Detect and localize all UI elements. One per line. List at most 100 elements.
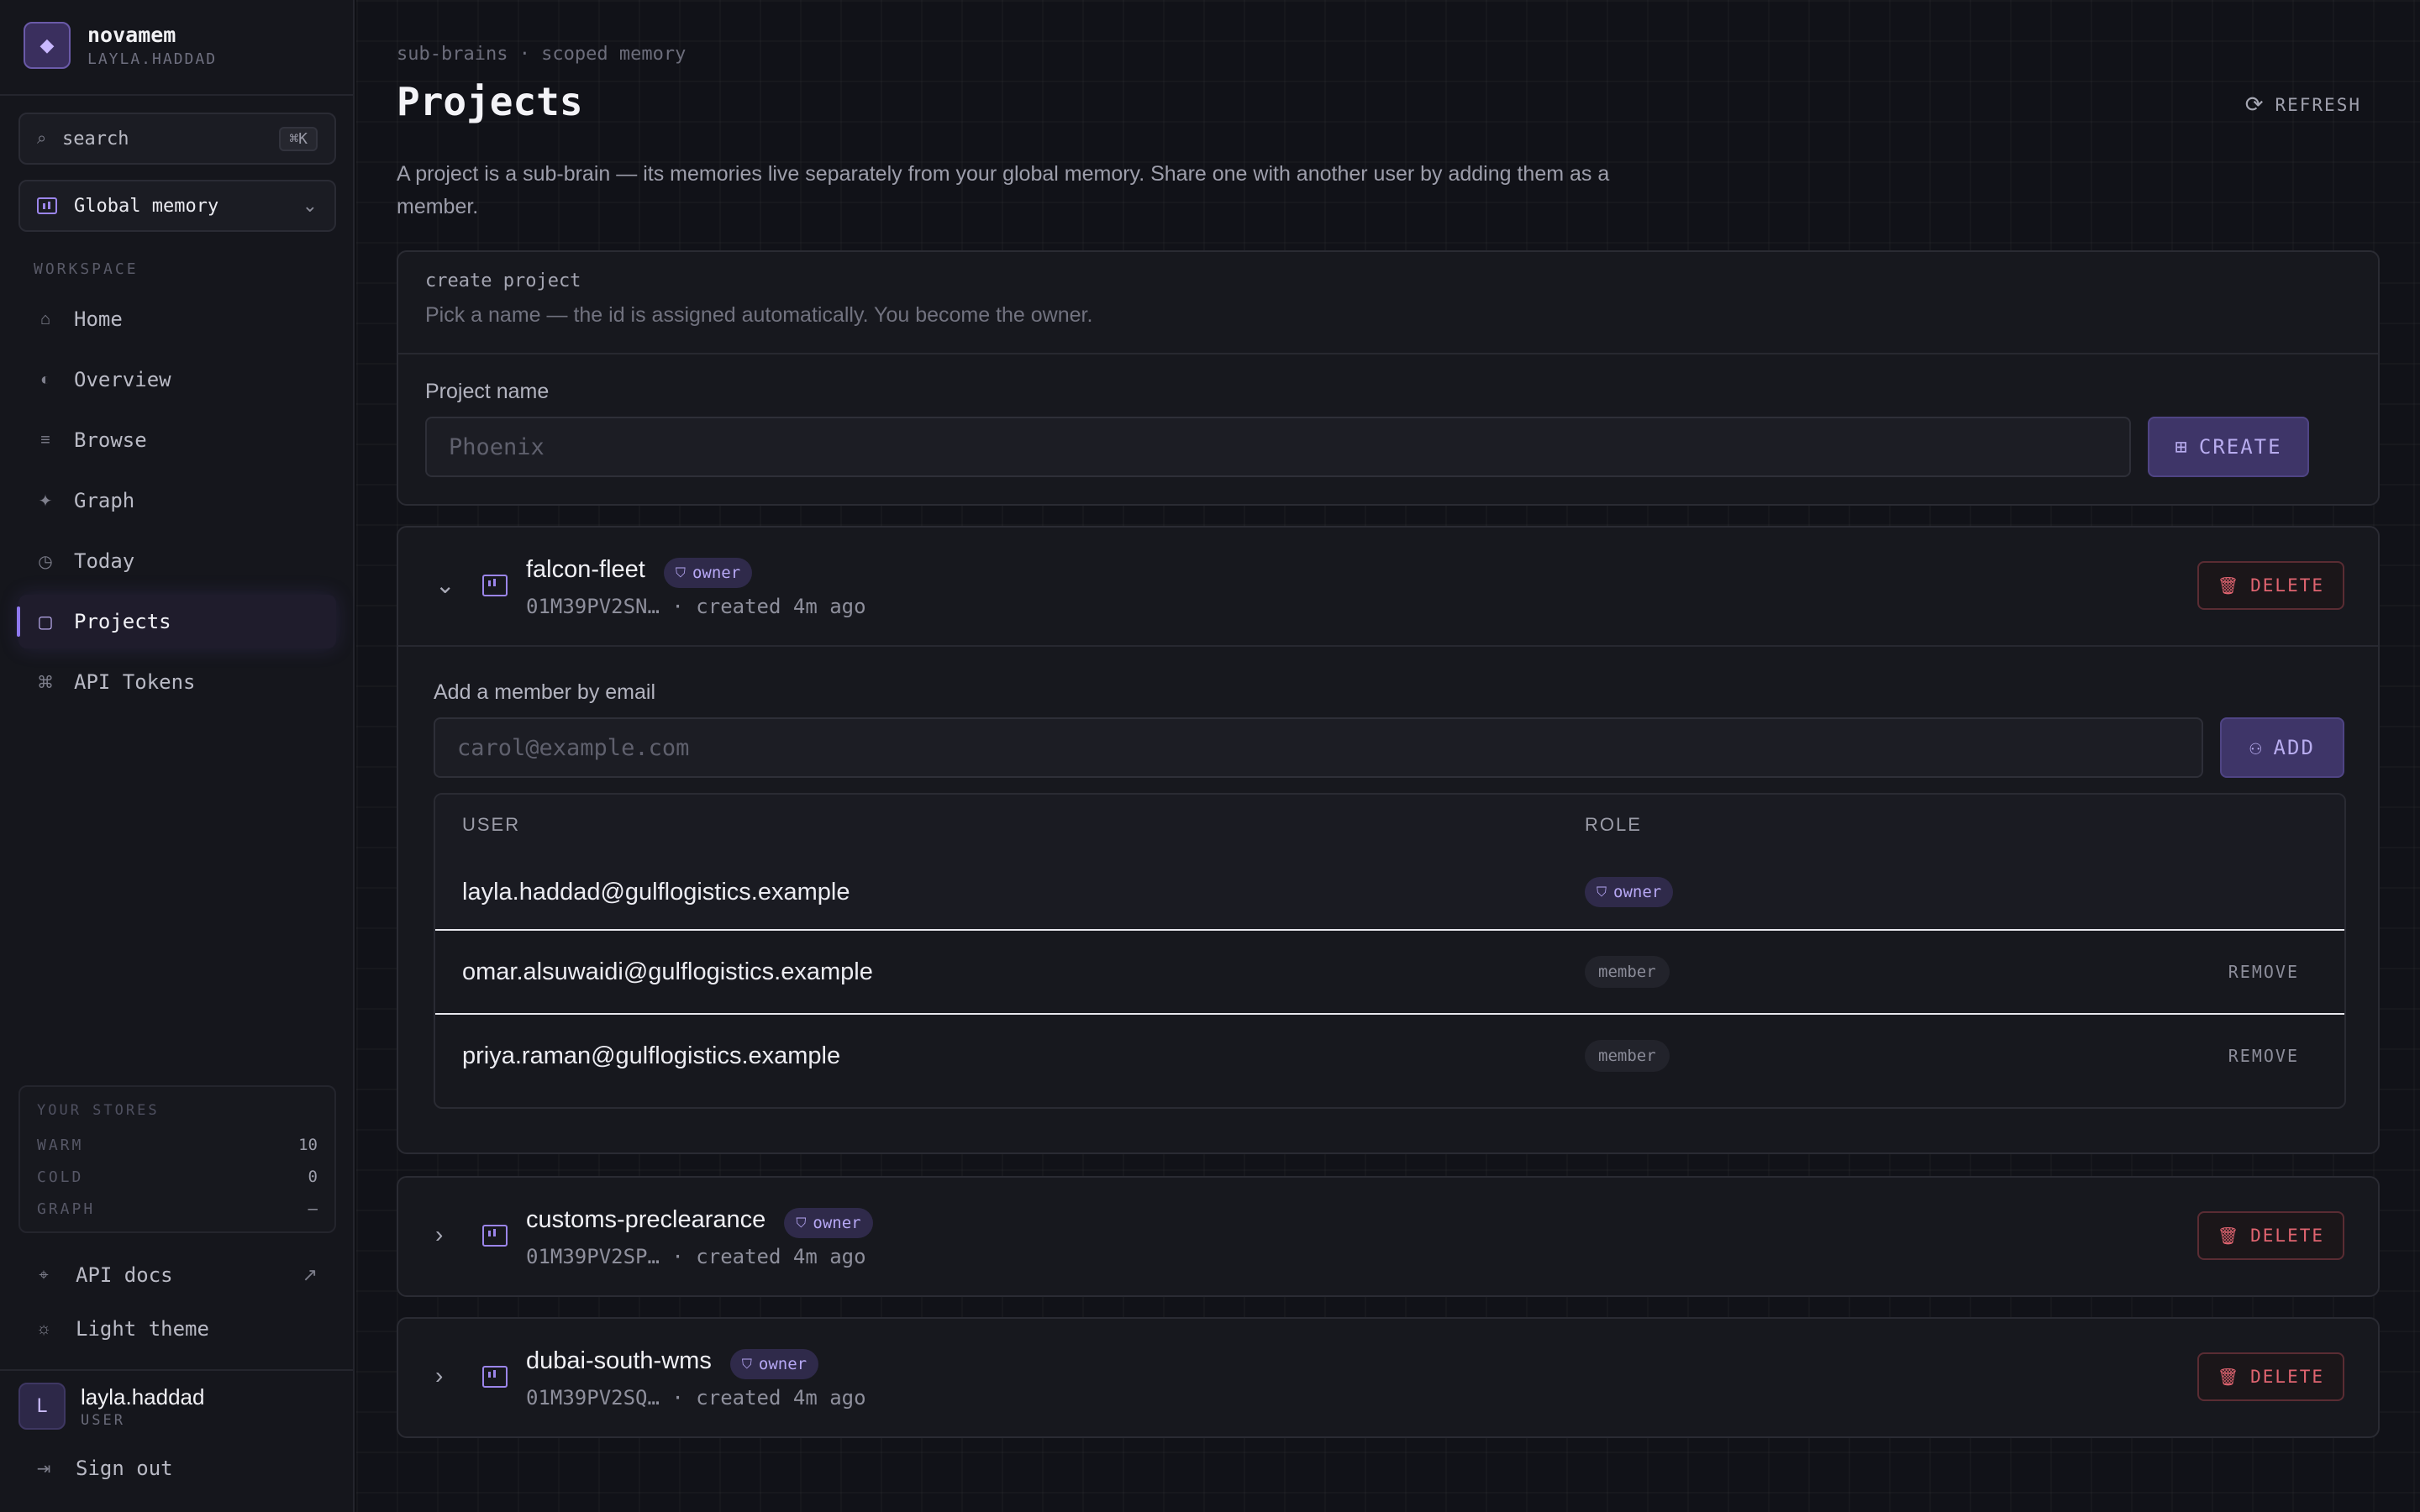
sidebar-item-graph[interactable]: ✦ Graph bbox=[18, 474, 336, 528]
store-value: 0 bbox=[308, 1168, 318, 1186]
add-member-button[interactable]: ⚇ ADD bbox=[2220, 717, 2344, 778]
user-role: USER bbox=[81, 1411, 125, 1429]
members-table: USER ROLE layla.haddad@gulflogistics.exa… bbox=[434, 793, 2346, 1109]
remove-member-button[interactable]: REMOVE bbox=[2228, 1046, 2299, 1066]
table-row: priya.raman@gulflogistics.example member… bbox=[435, 1013, 2344, 1097]
page-intro: A project is a sub-brain — its memories … bbox=[397, 162, 1610, 218]
shield-icon: ⛉ bbox=[741, 1356, 752, 1372]
folder-chart-icon bbox=[482, 1225, 508, 1247]
divider bbox=[0, 1369, 355, 1371]
sidebar-item-label: Today bbox=[74, 549, 135, 573]
avatar: L bbox=[18, 1383, 66, 1430]
sidebar-item-label: Browse bbox=[74, 428, 147, 452]
delete-button-label: DELETE bbox=[2250, 575, 2324, 596]
table-header: USER ROLE bbox=[435, 795, 2344, 855]
folder-plus-icon: ⊞ bbox=[2175, 435, 2189, 459]
role-label: owner bbox=[1613, 883, 1662, 901]
shield-icon: ⛉ bbox=[1597, 884, 1607, 900]
remove-member-button[interactable]: REMOVE bbox=[2228, 962, 2299, 982]
delete-button[interactable]: 🗑 DELETE bbox=[2196, 1211, 2344, 1260]
role-label: member bbox=[1585, 1040, 1670, 1072]
sidebar-item-browse[interactable]: ≡ Browse bbox=[18, 413, 336, 467]
crosshair-icon: ⌖ bbox=[39, 1265, 49, 1284]
sidebar-item-label: Overview bbox=[74, 368, 171, 391]
member-email-input[interactable] bbox=[434, 717, 2203, 778]
chevron-down-icon[interactable]: ⌄ bbox=[435, 571, 455, 599]
project-name-input[interactable] bbox=[425, 417, 2131, 477]
project-header[interactable]: › customs-preclearance ⛉ owner 01M39PV2S… bbox=[398, 1178, 2378, 1295]
section-label: WORKSPACE bbox=[34, 260, 139, 278]
api-docs-label: API docs bbox=[76, 1263, 173, 1287]
shortcut-hint: ⌘K bbox=[279, 126, 318, 151]
project-header[interactable]: ⌄ falcon-fleet ⛉ owner 01M39PV2SN… · cre… bbox=[398, 528, 2378, 645]
brand-user: LAYLA.HADDAD bbox=[87, 50, 218, 68]
sidebar-item-label: Graph bbox=[74, 489, 135, 512]
search-box[interactable]: ⌕ search ⌘K bbox=[18, 113, 336, 165]
project-header[interactable]: › dubai-south-wms ⛉ owner 01M39PV2SQ… · … bbox=[398, 1319, 2378, 1436]
table-row: omar.alsuwaidi@gulflogistics.example mem… bbox=[435, 929, 2344, 1013]
member-email: omar.alsuwaidi@gulflogistics.example bbox=[462, 958, 873, 985]
home-icon: ⌂ bbox=[39, 309, 51, 328]
delete-button-label: DELETE bbox=[2250, 1367, 2324, 1387]
refresh-button[interactable]: ⟳ REFRESH bbox=[2245, 92, 2361, 118]
sidebar-item-projects[interactable]: ▢ Projects bbox=[17, 595, 336, 648]
table-row: layla.haddad@gulflogistics.example ⛉ own… bbox=[435, 855, 2344, 929]
sign-out-icon: ⇥ bbox=[36, 1459, 51, 1478]
theme-toggle[interactable]: ☼ Light theme bbox=[18, 1305, 336, 1352]
sidebar-item-api-tokens[interactable]: ⌘ API Tokens bbox=[18, 655, 336, 709]
store-name: WARM bbox=[37, 1136, 84, 1154]
sidebar-item-overview[interactable]: ◐ Overview bbox=[18, 353, 336, 407]
brand-name: novamem bbox=[87, 23, 176, 47]
folder-chart-icon bbox=[482, 1366, 508, 1388]
search-input[interactable]: search bbox=[62, 129, 279, 150]
chevron-right-icon[interactable]: › bbox=[435, 1221, 443, 1248]
owner-badge: ⛉ owner bbox=[729, 1349, 819, 1379]
api-docs-link[interactable]: ⌖ API docs ↗ bbox=[18, 1252, 336, 1299]
clock-icon: ◷ bbox=[38, 552, 53, 571]
scope-label: Global memory bbox=[74, 195, 219, 217]
create-project-card: create project Pick a name — the id is a… bbox=[397, 250, 2380, 506]
brand[interactable]: ◆ novamem LAYLA.HADDAD bbox=[24, 22, 217, 69]
member-email: layla.haddad@gulflogistics.example bbox=[462, 878, 850, 906]
store-name: GRAPH bbox=[37, 1200, 96, 1218]
user-profile[interactable]: L layla.haddad USER bbox=[18, 1383, 204, 1430]
square-icon: ▢ bbox=[37, 612, 54, 632]
chevron-right-icon[interactable]: › bbox=[435, 1362, 443, 1389]
shield-icon: ⛉ bbox=[796, 1215, 807, 1231]
trash-icon: 🗑 bbox=[2217, 1226, 2241, 1246]
project-name-row: dubai-south-wms ⛉ owner bbox=[526, 1347, 819, 1379]
delete-button[interactable]: 🗑 DELETE bbox=[2196, 1352, 2344, 1401]
command-icon: ⌘ bbox=[37, 673, 54, 692]
project-meta: 01M39PV2SN… · created 4m ago bbox=[526, 595, 866, 618]
owner-badge: ⛉ owner bbox=[784, 1208, 873, 1238]
breadcrumb: sub-brains · scoped memory bbox=[397, 44, 687, 65]
folder-chart-icon bbox=[37, 197, 57, 214]
add-member-button-label: ADD bbox=[2273, 736, 2315, 759]
theme-toggle-label: Light theme bbox=[76, 1317, 209, 1341]
project-meta: 01M39PV2SP… · created 4m ago bbox=[526, 1245, 866, 1268]
create-button-label: CREATE bbox=[2198, 435, 2282, 459]
sidebar-item-home[interactable]: ⌂ Home bbox=[18, 292, 336, 346]
project-name-row: falcon-fleet ⛉ owner bbox=[526, 556, 753, 588]
store-name: COLD bbox=[37, 1168, 84, 1186]
create-project-subtitle: Pick a name — the id is assigned automat… bbox=[425, 303, 1093, 327]
sparkle-icon: ✦ bbox=[38, 491, 53, 511]
stores-panel: YOUR STORES WARM 10 COLD 0 GRAPH — bbox=[18, 1085, 336, 1233]
external-link-icon: ↗ bbox=[302, 1264, 318, 1285]
store-row-graph: GRAPH — bbox=[37, 1193, 318, 1225]
create-button[interactable]: ⊞ CREATE bbox=[2148, 417, 2309, 477]
add-member-label: Add a member by email bbox=[434, 680, 656, 704]
project-name: falcon-fleet bbox=[526, 556, 645, 583]
sidebar-nav: ⌂ Home ◐ Overview ≡ Browse ✦ Graph ◷ Tod… bbox=[17, 292, 336, 716]
list-icon: ≡ bbox=[40, 430, 50, 449]
half-circle-icon: ◐ bbox=[39, 370, 51, 389]
project-name: dubai-south-wms bbox=[526, 1347, 712, 1374]
sidebar: ◆ novamem LAYLA.HADDAD ⌕ search ⌘K Globa… bbox=[0, 0, 355, 1512]
refresh-label: REFRESH bbox=[2275, 95, 2361, 115]
member-email: priya.raman@gulflogistics.example bbox=[462, 1042, 841, 1069]
delete-button[interactable]: 🗑 DELETE bbox=[2196, 561, 2344, 610]
sidebar-item-today[interactable]: ◷ Today bbox=[18, 534, 336, 588]
sign-out-button[interactable]: ⇥ Sign out bbox=[18, 1445, 336, 1492]
sidebar-item-label: Projects bbox=[74, 610, 171, 633]
scope-select[interactable]: Global memory ⌄ bbox=[18, 180, 336, 232]
